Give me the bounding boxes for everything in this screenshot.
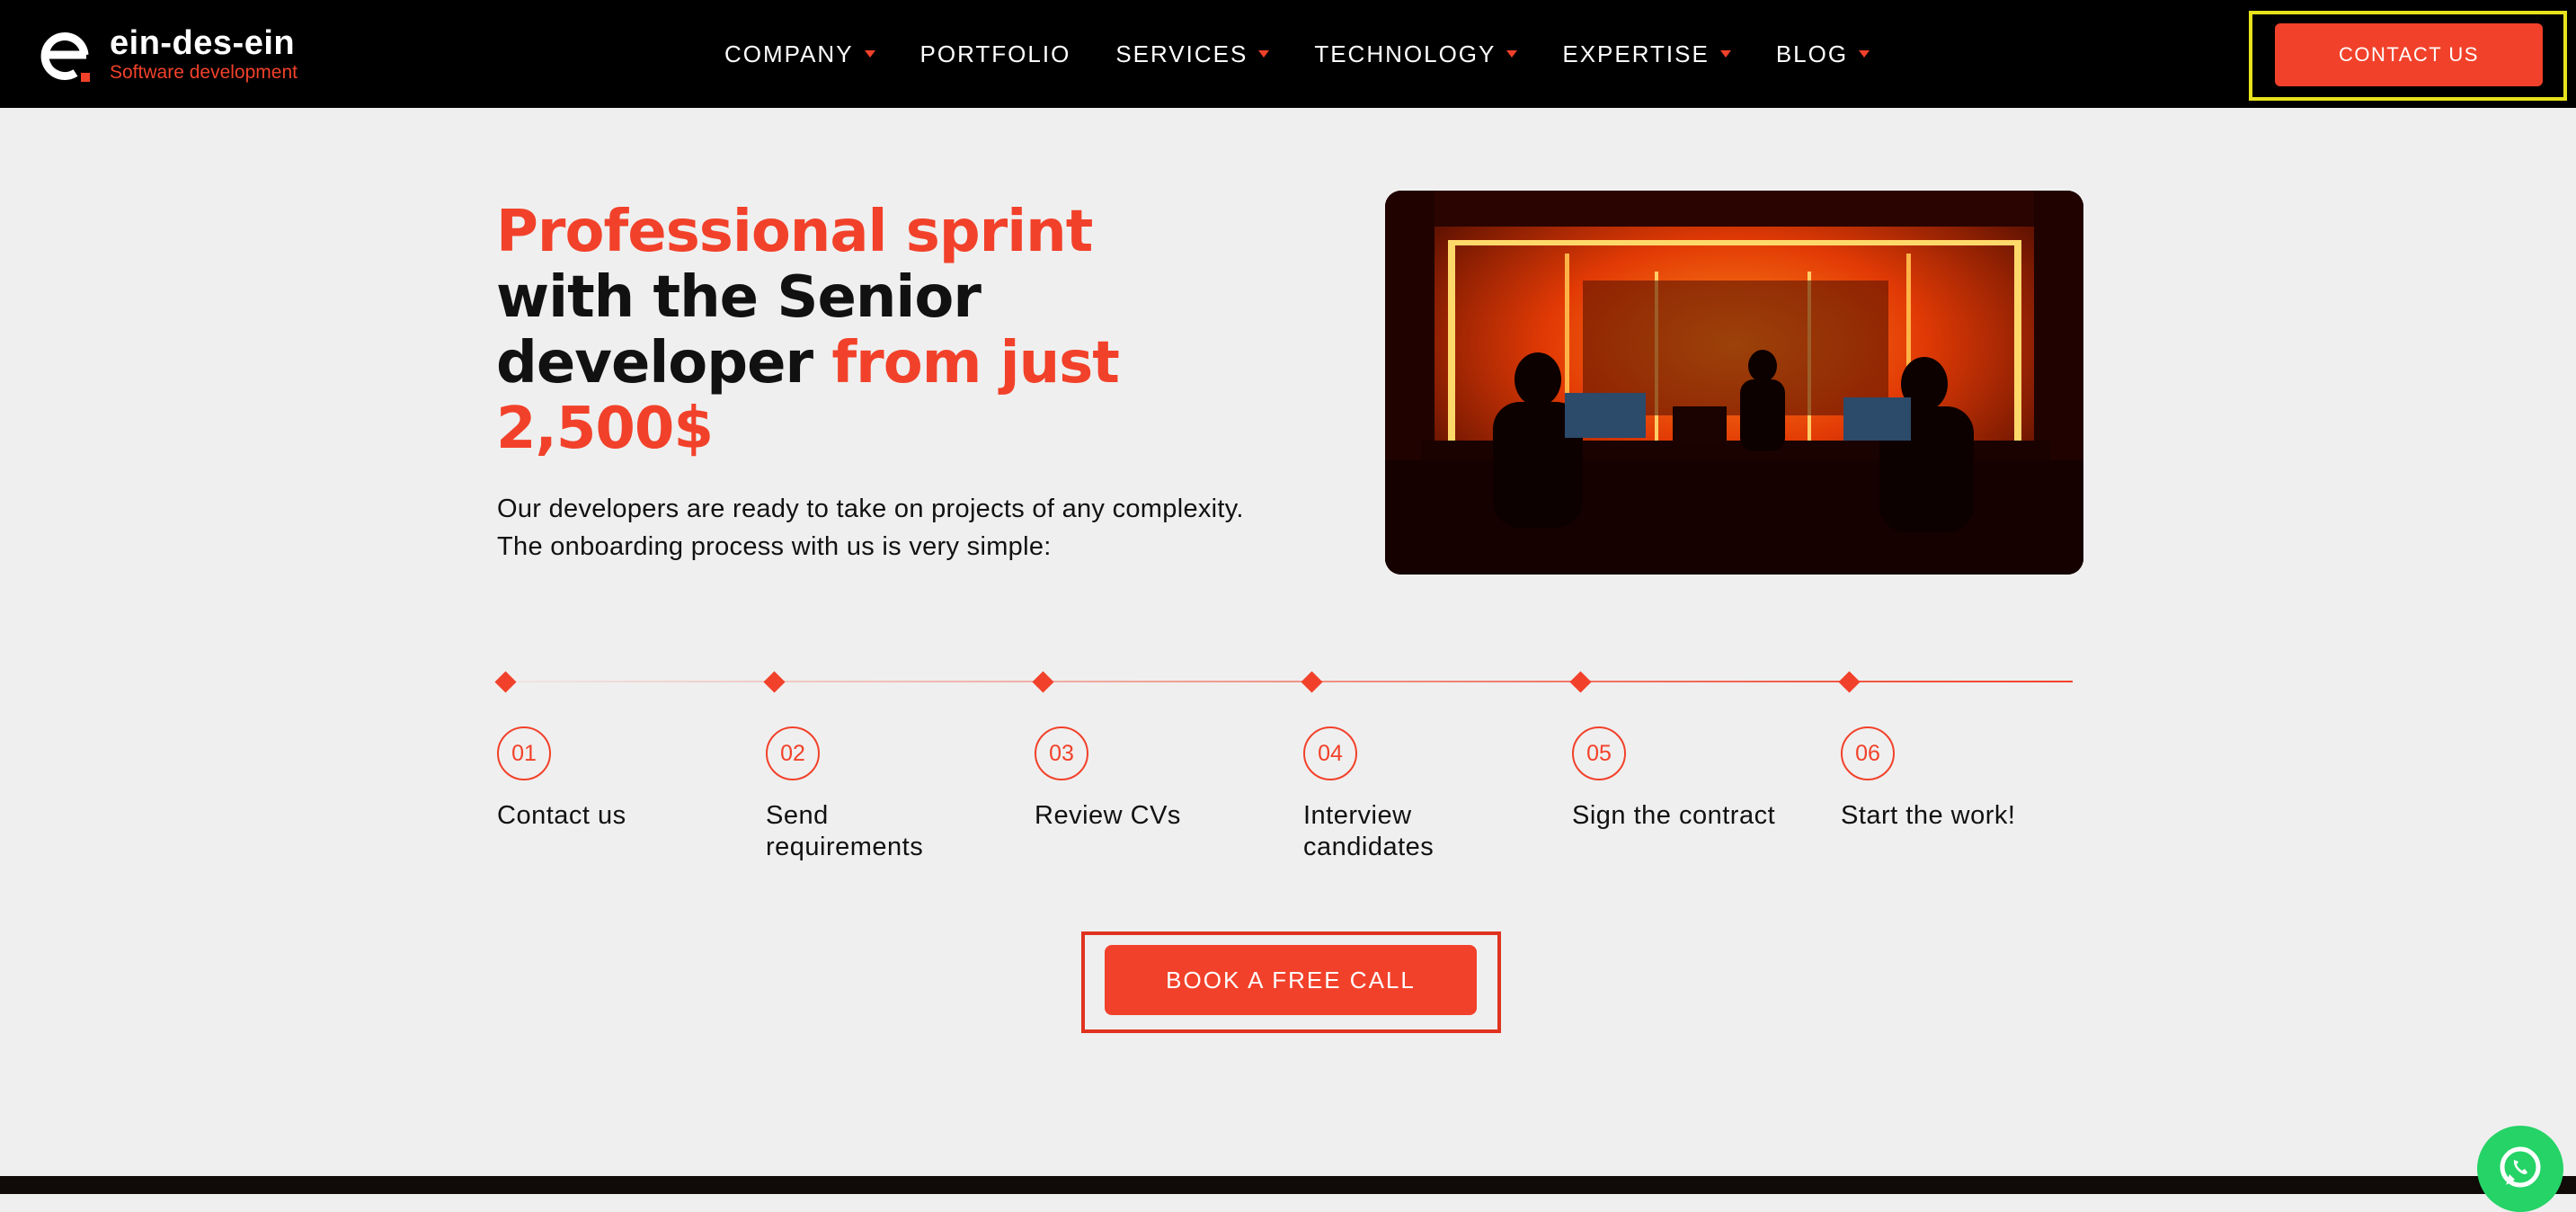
- nav-item-label: PORTFOLIO: [919, 40, 1071, 67]
- whatsapp-icon: [2493, 1140, 2547, 1199]
- step-number: 05: [1572, 726, 1626, 780]
- caret-down-icon: [1258, 50, 1270, 58]
- diamond-marker-icon: [1032, 671, 1054, 693]
- step-number: 04: [1303, 726, 1357, 780]
- nav-item-label: SERVICES: [1115, 40, 1248, 67]
- nav-item-label: TECHNOLOGY: [1314, 40, 1497, 67]
- nav-item-label: BLOG: [1775, 40, 1849, 67]
- nav-item-label: COMPANY: [724, 40, 854, 67]
- office-team-image: [1385, 191, 2083, 575]
- hero-title-price: 2,500$: [496, 396, 714, 462]
- step-number: 01: [497, 726, 551, 780]
- nav-item-services[interactable]: SERVICES: [1115, 40, 1270, 68]
- step-label: Start the work!: [1841, 801, 2016, 830]
- nav-item-portfolio[interactable]: PORTFOLIO: [920, 40, 1071, 68]
- step-number: 03: [1035, 726, 1088, 780]
- caret-down-icon: [864, 50, 875, 58]
- hero-title-part1: Professional sprint: [496, 199, 1093, 265]
- nav-item-technology[interactable]: TECHNOLOGY: [1314, 40, 1518, 68]
- diamond-marker-icon: [763, 671, 786, 693]
- step-label: Interview candidates: [1303, 801, 1435, 861]
- main-nav: COMPANY PORTFOLIO SERVICES TECHNOLOGY EX…: [724, 0, 1914, 108]
- step-label: Review CVs: [1035, 801, 1181, 830]
- contact-us-button[interactable]: CONTACT US: [2275, 23, 2543, 86]
- hero-description-line1: Our developers are ready to take on proj…: [497, 495, 1244, 523]
- step-label: Contact us: [497, 801, 626, 830]
- hero-description: Our developers are ready to take on proj…: [497, 490, 1342, 566]
- hero-title-part4: from just: [831, 330, 1120, 397]
- diamond-marker-icon: [1569, 671, 1592, 693]
- caret-down-icon: [1719, 50, 1731, 58]
- book-free-call-button[interactable]: BOOK A FREE CALL: [1105, 945, 1477, 1015]
- whatsapp-button[interactable]: [2477, 1126, 2563, 1212]
- nav-item-blog[interactable]: BLOG: [1776, 40, 1870, 68]
- brand-tagline: Software development: [110, 62, 298, 83]
- step-label: Send requirements: [766, 801, 924, 861]
- nav-item-expertise[interactable]: EXPERTISE: [1562, 40, 1731, 68]
- caret-down-icon: [1506, 50, 1518, 58]
- diamond-marker-icon: [1301, 671, 1323, 693]
- diamond-marker-icon: [494, 671, 517, 693]
- step-label: Sign the contract: [1572, 801, 1776, 830]
- step-number: 02: [766, 726, 820, 780]
- step-number: 06: [1841, 726, 1895, 780]
- next-section-edge: [0, 1176, 2576, 1194]
- brand-name: ein-des-ein: [110, 24, 296, 62]
- diamond-marker-icon: [1838, 671, 1861, 693]
- hero-description-line2: The onboarding process with us is very s…: [497, 532, 1052, 561]
- nav-item-label: EXPERTISE: [1562, 40, 1710, 67]
- caret-down-icon: [1859, 50, 1870, 58]
- hero-title-part2: with the Senior: [496, 264, 982, 331]
- e-letter-logo-icon: [36, 26, 93, 84]
- hero-title: Professional sprint with the Senior deve…: [496, 200, 1305, 462]
- site-header: ein-des-ein Software development COMPANY…: [0, 0, 2576, 108]
- nav-item-company[interactable]: COMPANY: [724, 40, 875, 68]
- brand-logo[interactable]: ein-des-ein Software development: [36, 25, 298, 85]
- hero-title-part3: developer: [496, 330, 813, 397]
